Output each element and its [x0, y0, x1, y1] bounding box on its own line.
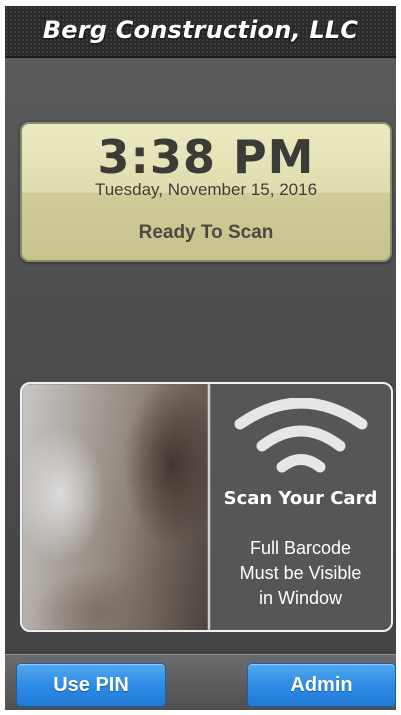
scan-instructions: Full Barcode Must be Visible in Window	[210, 536, 391, 611]
scan-status: Ready To Scan	[138, 222, 274, 243]
scan-panel: Scan Your Card Full Barcode Must be Visi…	[20, 382, 393, 632]
app-screen: Berg Construction, LLC 3:38 PM Tuesday, …	[5, 6, 396, 710]
clock-time: 3:38 PM	[97, 130, 315, 184]
scan-card-title: Scan Your Card	[223, 488, 378, 509]
instruction-line: in Window	[258, 588, 343, 608]
bottom-toolbar: Use PIN Admin	[5, 654, 396, 710]
app-header: Berg Construction, LLC	[5, 6, 396, 58]
wireless-signal-icon	[234, 398, 368, 473]
company-title: Berg Construction, LLC	[42, 16, 359, 44]
use-pin-button[interactable]: Use PIN	[16, 663, 166, 707]
main-area: 3:38 PM Tuesday, November 15, 2016 Ready…	[5, 58, 396, 654]
instruction-line: Must be Visible	[239, 563, 362, 583]
instruction-line: Full Barcode	[249, 538, 352, 558]
camera-preview	[22, 384, 210, 630]
scan-info: Scan Your Card Full Barcode Must be Visi…	[210, 384, 391, 630]
clock-date: Tuesday, November 15, 2016	[94, 180, 318, 199]
clock-card: 3:38 PM Tuesday, November 15, 2016 Ready…	[20, 122, 392, 262]
admin-button[interactable]: Admin	[247, 663, 396, 707]
